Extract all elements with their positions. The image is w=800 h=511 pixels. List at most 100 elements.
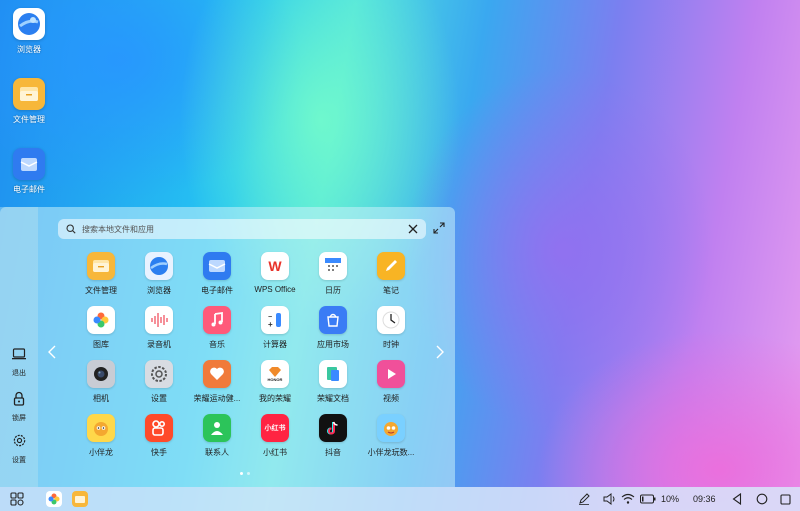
search-placeholder: 搜索本地文件和应用 — [82, 224, 154, 234]
taskbar-app-files[interactable] — [72, 491, 88, 507]
app-camera[interactable]: 相机 — [72, 360, 130, 404]
app-label: 快手 — [151, 448, 167, 457]
app-label: 小伴龙玩数... — [367, 448, 415, 457]
page-dot[interactable] — [247, 472, 250, 475]
calculator-icon: − + — [261, 306, 289, 334]
volume-icon — [603, 493, 615, 505]
app-dragon-math[interactable]: 小伴龙玩数... — [362, 414, 420, 458]
app-label: 笔记 — [383, 286, 399, 295]
app-kuaishou[interactable]: 快手 — [130, 414, 188, 458]
app-gallery[interactable]: 图库 — [72, 306, 130, 350]
recorder-icon — [145, 306, 173, 334]
app-label: 图库 — [93, 340, 109, 349]
app-label: 视频 — [383, 394, 399, 403]
back-triangle-icon — [732, 493, 742, 505]
battery-percent: 10% — [661, 494, 680, 504]
app-douyin[interactable]: 抖音 — [304, 414, 362, 458]
app-appstore[interactable]: 应用市场 — [304, 306, 362, 350]
gallery-icon — [87, 306, 115, 334]
app-video[interactable]: 视频 — [362, 360, 420, 404]
app-label: 相机 — [93, 394, 109, 403]
app-folder[interactable]: 文件管理 — [72, 252, 130, 296]
launcher-button[interactable] — [10, 491, 24, 507]
app-label: 设置 — [151, 394, 167, 403]
wifi-icon — [621, 493, 635, 504]
app-clock[interactable]: 时钟 — [362, 306, 420, 350]
dragon-icon — [87, 414, 115, 442]
desktop-icon-label: 文件管理 — [13, 115, 45, 124]
mail-icon — [13, 148, 45, 180]
desktop-icon-files[interactable]: 文件管理 — [8, 78, 50, 125]
chevron-left-icon — [48, 345, 56, 359]
app-health[interactable]: 荣耀运动健... — [188, 360, 246, 404]
app-dragon[interactable]: 小伴龙 — [72, 414, 130, 458]
app-label: 应用市场 — [317, 340, 349, 349]
app-label: 小红书 — [263, 448, 287, 457]
settings-label: 设置 — [12, 457, 26, 464]
settings-button[interactable]: 设置 — [0, 433, 38, 465]
recents-square-icon — [780, 493, 791, 505]
app-label: 抖音 — [325, 448, 341, 457]
app-label: 荣耀文档 — [317, 394, 349, 403]
battery-indicator[interactable] — [640, 491, 656, 507]
app-label: 音乐 — [209, 340, 225, 349]
svg-text:+: + — [268, 320, 273, 329]
clock-icon — [377, 306, 405, 334]
pen-button[interactable] — [578, 491, 590, 507]
app-settings[interactable]: 设置 — [130, 360, 188, 404]
app-music[interactable]: 音乐 — [188, 306, 246, 350]
app-grid-icon — [10, 492, 24, 506]
desktop-icon-browser[interactable]: 浏览器 — [8, 8, 50, 55]
volume-button[interactable] — [603, 491, 617, 507]
docs-icon — [319, 360, 347, 388]
app-calendar[interactable]: 日历 — [304, 252, 362, 296]
app-wps[interactable]: W WPS Office — [246, 252, 304, 294]
app-label: 日历 — [325, 286, 341, 295]
expand-icon[interactable] — [432, 221, 446, 235]
camera-icon — [87, 360, 115, 388]
settings-icon — [145, 360, 173, 388]
app-contacts[interactable]: 联系人 — [188, 414, 246, 458]
page-dot-active[interactable] — [240, 472, 243, 475]
app-label: 我的荣耀 — [259, 394, 291, 403]
wifi-button[interactable] — [621, 491, 635, 507]
taskbar-app-gallery[interactable] — [46, 491, 62, 507]
clock-time[interactable]: 09:36 — [693, 491, 716, 507]
xiaohongshu-icon: 小红书 — [261, 414, 289, 442]
app-notes[interactable]: 笔记 — [362, 252, 420, 296]
folder-icon — [13, 78, 45, 110]
battery-icon — [640, 494, 656, 504]
back-button[interactable] — [732, 491, 742, 507]
home-button[interactable] — [756, 491, 768, 507]
mail-icon — [203, 252, 231, 280]
logout-label: 退出 — [12, 370, 26, 377]
desktop-icon-label: 浏览器 — [17, 45, 41, 54]
app-recorder[interactable]: 录音机 — [130, 306, 188, 350]
app-mail[interactable]: 电子邮件 — [188, 252, 246, 296]
app-label: 联系人 — [205, 448, 229, 457]
app-browser[interactable]: 浏览器 — [130, 252, 188, 296]
search-bar[interactable]: 搜索本地文件和应用 — [58, 219, 426, 239]
appstore-icon — [319, 306, 347, 334]
pen-icon — [579, 493, 590, 505]
app-xiaohongshu[interactable]: 小红书 小红书 — [246, 414, 304, 458]
app-honor[interactable]: HONOR 我的荣耀 — [246, 360, 304, 404]
app-calculator[interactable]: − + 计算器 — [246, 306, 304, 350]
dragon-math-icon — [377, 414, 405, 442]
recents-button[interactable] — [780, 491, 791, 507]
gallery-icon — [46, 491, 62, 507]
prev-page-arrow[interactable] — [48, 345, 56, 362]
desktop-icon-mail[interactable]: 电子邮件 — [8, 148, 50, 195]
lock-icon — [13, 391, 25, 406]
honor-icon: HONOR — [261, 360, 289, 388]
app-label: 计算器 — [263, 340, 287, 349]
video-icon — [377, 360, 405, 388]
app-label: 文件管理 — [85, 286, 117, 295]
lock-button[interactable]: 锁屏 — [0, 391, 38, 423]
app-label: 录音机 — [147, 340, 171, 349]
logout-button[interactable]: 退出 — [0, 347, 38, 378]
notes-icon — [377, 252, 405, 280]
next-page-arrow[interactable] — [436, 345, 444, 362]
close-icon[interactable] — [408, 224, 418, 234]
app-docs[interactable]: 荣耀文档 — [304, 360, 362, 404]
